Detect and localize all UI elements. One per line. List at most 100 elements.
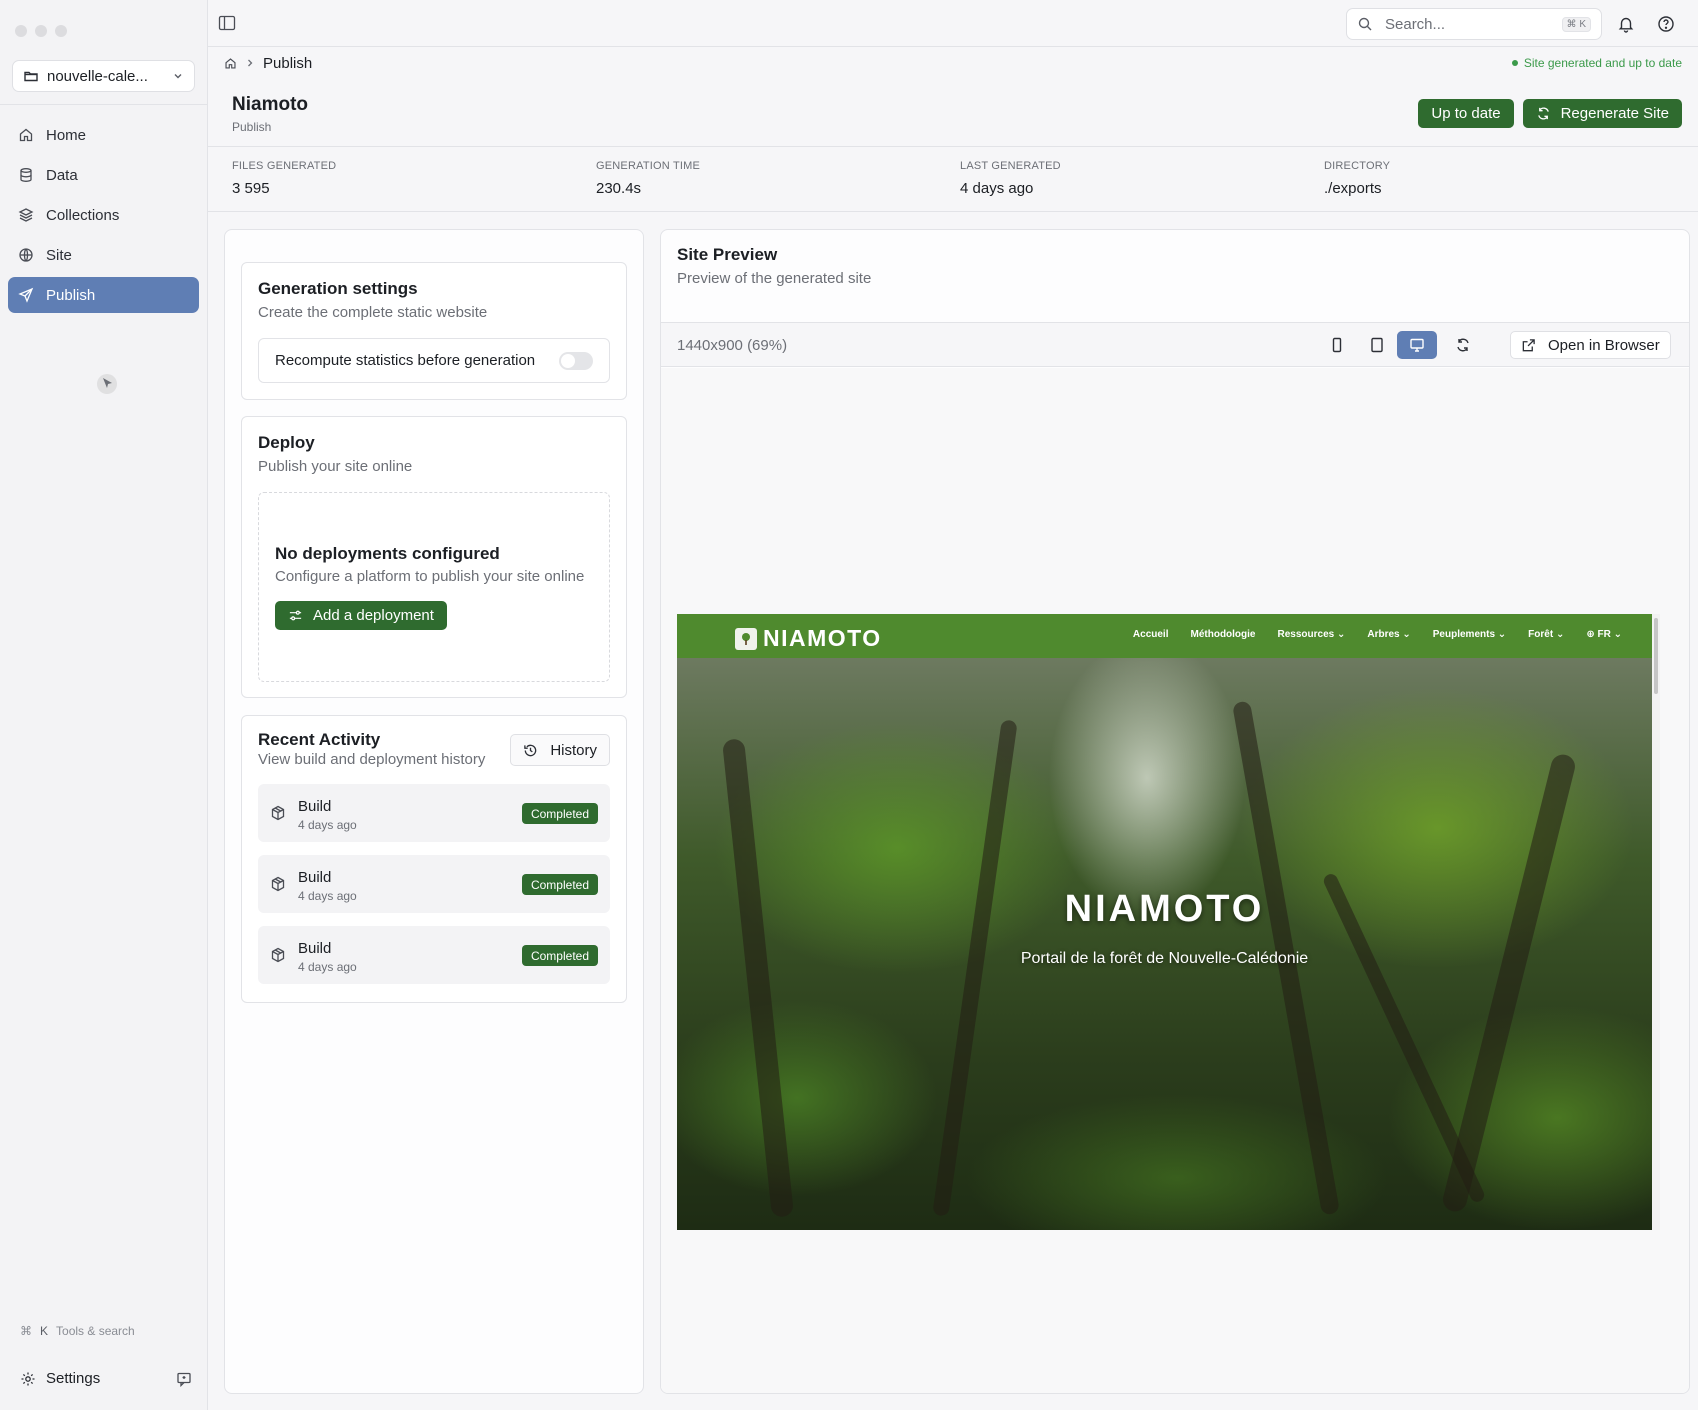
status-badge: Completed [521, 803, 598, 824]
mouse-cursor-icon [97, 374, 117, 394]
project-selector[interactable]: nouvelle-cale... [12, 60, 195, 92]
page-subtitle: Publish [232, 120, 272, 134]
stats-row: FILES GENERATED 3 595 GENERATION TIME 23… [208, 147, 1698, 212]
site-menu-item[interactable]: Ressources ⌄ [1278, 629, 1346, 640]
help-icon[interactable] [1657, 15, 1675, 33]
close-window-button[interactable] [15, 25, 27, 37]
preview-size: 1440x900 (69%) [677, 337, 788, 354]
activity-item[interactable]: Build 4 days ago Completed [258, 855, 610, 913]
settings-button[interactable]: Settings [20, 1370, 192, 1387]
history-button[interactable]: History [510, 734, 610, 766]
home-icon [19, 128, 33, 142]
stat-generation-time: GENERATION TIME 230.4s [596, 147, 960, 211]
status-dot [1511, 60, 1518, 66]
site-menu-item[interactable]: Accueil [1133, 629, 1169, 640]
sidebar-item-label: Publish [46, 286, 96, 304]
activity-title: Build [298, 798, 332, 815]
site-preview-frame[interactable]: NIAMOTO Portail de la forêt de Nouvelle-… [677, 614, 1660, 1230]
recompute-statistics-label: Recompute statistics before generation [275, 352, 536, 369]
stat-label: GENERATION TIME [596, 160, 701, 172]
settings-label: Settings [46, 1370, 101, 1387]
up-to-date-label: Up to date [1431, 105, 1501, 122]
tablet-icon [1371, 337, 1383, 353]
package-icon [271, 947, 285, 963]
refresh-icon [1457, 338, 1469, 352]
site-preview-subtitle: Preview of the generated site [677, 270, 872, 287]
mobile-view-button[interactable] [1317, 331, 1357, 359]
deploy-subtitle: Publish your site online [258, 458, 413, 475]
site-menu-item[interactable]: Arbres ⌄ [1367, 629, 1410, 640]
app-window: nouvelle-cale... Home Data Collections S… [0, 0, 1698, 1410]
project-name: nouvelle-cale... [47, 67, 148, 85]
recompute-statistics-toggle[interactable] [559, 351, 593, 370]
deploy-title: Deploy [258, 433, 315, 452]
activity-title: Build [298, 869, 332, 886]
sliders-icon [289, 610, 302, 621]
preview-toolbar: 1440x900 (69%) Open in Browser [661, 322, 1689, 367]
maximize-window-button[interactable] [55, 25, 67, 37]
tools-search-label: Tools & search [56, 1324, 135, 1338]
activity-item[interactable]: Build 4 days ago Completed [258, 926, 610, 984]
site-menu-item[interactable]: Méthodologie [1191, 629, 1256, 640]
deployments-empty-state: No deployments configured Configure a pl… [258, 492, 610, 682]
empty-state-title: No deployments configured [275, 544, 500, 563]
stat-value: ./exports [1324, 180, 1382, 197]
activity-time: 4 days ago [298, 818, 357, 832]
activity-time: 4 days ago [298, 960, 357, 974]
tablet-view-button[interactable] [1357, 331, 1397, 359]
smartphone-icon [1332, 337, 1342, 353]
sidebar-item-data[interactable]: Data [8, 157, 199, 193]
stat-value: 230.4s [596, 180, 642, 197]
stat-label: DIRECTORY [1324, 160, 1391, 172]
page-title: Niamoto [232, 94, 308, 115]
site-logo[interactable]: NIAMOTO [735, 625, 882, 652]
gear-icon [21, 1372, 35, 1385]
recent-activity-title: Recent Activity [258, 730, 381, 749]
site-preview-scrollbar[interactable] [1652, 614, 1660, 1230]
open-in-browser-button[interactable]: Open in Browser [1510, 331, 1671, 359]
home-icon[interactable] [224, 57, 237, 70]
site-menu-item[interactable]: Peuplements ⌄ [1433, 629, 1506, 640]
top-bar: Search... ⌘ K [208, 0, 1698, 47]
globe-icon [19, 248, 33, 262]
minimize-window-button[interactable] [35, 25, 47, 37]
site-menu-item[interactable]: ⊕ FR ⌄ [1586, 629, 1622, 640]
header-actions: Up to date Regenerate Site [1418, 99, 1682, 128]
desktop-view-button[interactable] [1397, 331, 1437, 359]
status-indicator: Site generated and up to date [1511, 56, 1682, 70]
site-navbar: NIAMOTO Accueil Méthodologie Ressources … [677, 614, 1652, 658]
recompute-statistics-row: Recompute statistics before generation [258, 338, 610, 383]
search-input[interactable]: Search... ⌘ K [1346, 8, 1602, 40]
package-icon [271, 876, 285, 892]
send-icon [18, 287, 34, 303]
regenerate-site-button[interactable]: Regenerate Site [1522, 99, 1682, 128]
hero-forest-image: NIAMOTO Portail de la forêt de Nouvelle-… [677, 658, 1652, 1230]
sidebar-item-site[interactable]: Site [8, 237, 199, 273]
feedback-icon[interactable] [176, 1371, 192, 1387]
refresh-icon [1537, 107, 1549, 120]
sidebar-item-home[interactable]: Home [8, 117, 199, 153]
tools-search-hint[interactable]: ⌘ K Tools & search [20, 1324, 135, 1338]
regenerate-site-label: Regenerate Site [1560, 105, 1669, 122]
database-icon [20, 168, 32, 182]
up-to-date-button[interactable]: Up to date [1418, 99, 1514, 128]
site-preview-title: Site Preview [677, 245, 778, 264]
sidebar-item-collections[interactable]: Collections [8, 197, 199, 233]
empty-state-subtitle: Configure a platform to publish your sit… [275, 568, 585, 585]
site-menu-item[interactable]: Forêt ⌄ [1528, 629, 1564, 640]
bell-icon[interactable] [1617, 15, 1635, 33]
stat-files-generated: FILES GENERATED 3 595 [232, 147, 596, 211]
search-placeholder: Search... [1385, 15, 1446, 33]
add-deployment-button[interactable]: Add a deployment [275, 601, 447, 630]
generation-settings-title: Generation settings [258, 279, 418, 298]
sidebar-toggle-icon[interactable] [218, 15, 236, 31]
hero-title: NIAMOTO [1064, 888, 1265, 930]
reload-preview-button[interactable] [1443, 331, 1483, 359]
sidebar-item-publish[interactable]: Publish [8, 277, 199, 313]
sidebar-divider [0, 104, 208, 105]
folder-icon [24, 71, 38, 82]
generation-settings-card: Generation settings Create the complete … [241, 262, 627, 400]
command-key-icon: ⌘ [20, 1324, 32, 1338]
stat-label: FILES GENERATED [232, 160, 337, 172]
activity-item[interactable]: Build 4 days ago Completed [258, 784, 610, 842]
